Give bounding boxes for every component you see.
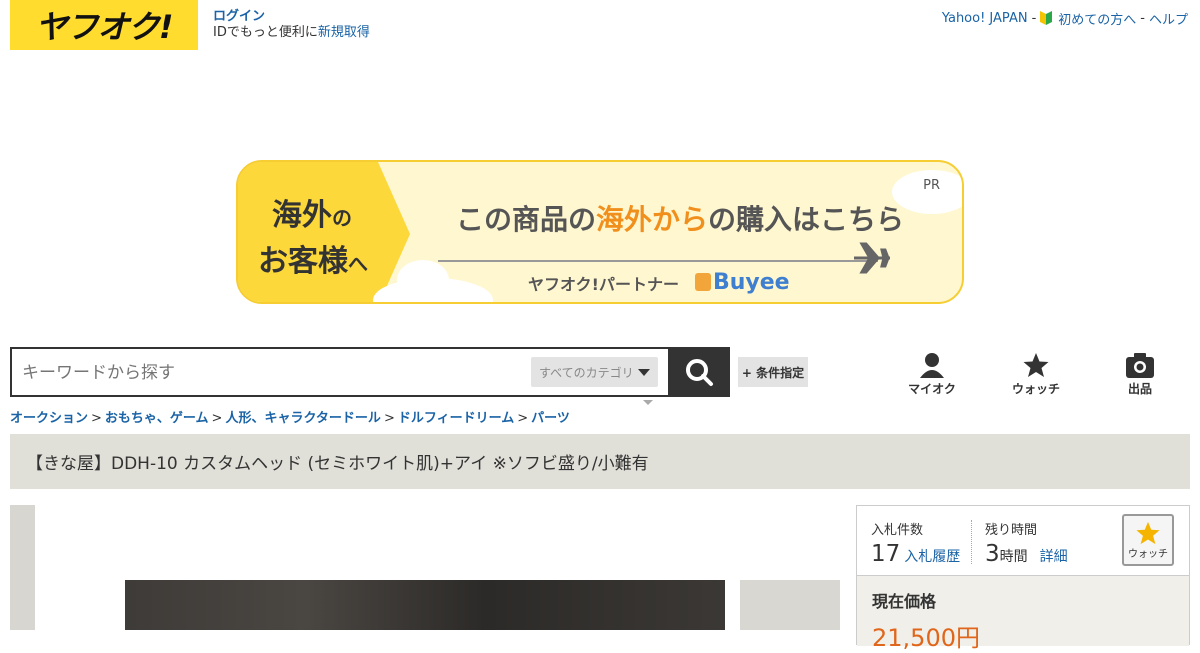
breadcrumb-separator: > [211, 411, 223, 426]
conditions-button[interactable]: + 条件指定 [738, 357, 808, 387]
time-left-unit: 時間 [999, 549, 1028, 565]
watch-button-label: ウォッチ [1128, 548, 1168, 560]
watch-list-button[interactable]: ウォッチ [984, 352, 1088, 397]
watch-label: ウォッチ [1011, 382, 1060, 396]
buyee-bag-icon [694, 273, 711, 291]
breadcrumb-item[interactable]: オークション [10, 411, 88, 426]
logo-text: ヤフオク! [35, 8, 174, 46]
my-auction-button[interactable]: マイオク [880, 352, 984, 397]
category-select[interactable]: すべてのカテゴリ [531, 357, 658, 387]
user-icon [920, 353, 944, 378]
buyee-logo: Buyee [712, 270, 790, 295]
item-main-photo[interactable] [125, 580, 725, 630]
gallery-prev-image[interactable] [10, 505, 35, 630]
divider [971, 520, 972, 564]
breadcrumb-item[interactable]: 人形、キャラクタードール [225, 411, 380, 426]
banner-flight-line [438, 260, 878, 262]
bid-count-label: 入札件数 [871, 523, 924, 538]
time-left-block: 残り時間 3時間 詳細 [985, 519, 1068, 567]
nav-icons: マイオク ウォッチ 出品 [880, 352, 1192, 397]
time-left-value: 3 [985, 541, 1000, 567]
sell-button[interactable]: 出品 [1088, 352, 1192, 397]
separator: - [1031, 11, 1037, 26]
time-left-label: 残り時間 [985, 523, 1038, 538]
breadcrumb-item[interactable]: パーツ [531, 411, 570, 426]
banner-left-line2: お客様へ [258, 244, 368, 279]
camera-icon [1126, 353, 1154, 378]
breadcrumb-item[interactable]: ドルフィードリーム [398, 411, 514, 426]
signup-link[interactable]: 新規取得 [318, 25, 370, 40]
breadcrumb-separator: > [91, 411, 102, 426]
breadcrumb-separator: > [383, 411, 395, 426]
item-title-bar: 【きな屋】DDH-10 カスタムヘッド (セミホワイト肌)+アイ ※ソフビ盛り/… [10, 434, 1190, 489]
chevron-down-icon[interactable] [643, 400, 653, 405]
banner-left-line1: 海外の [272, 198, 352, 233]
time-details-link[interactable]: 詳細 [1040, 549, 1068, 565]
chevron-down-icon [638, 369, 650, 376]
separator: - [1140, 11, 1145, 26]
login-link[interactable]: ログイン [213, 9, 265, 24]
login-area: ログイン IDでもっと便利に新規取得 [213, 9, 370, 41]
beginners-link[interactable]: 初めての方へ [1058, 9, 1136, 28]
partner-label: ヤフオク!パートナー [528, 274, 679, 294]
overseas-buyee-banner[interactable]: 海外の お客様へ この商品の海外からの購入はこちら PR ヤフオク!パートナー … [236, 160, 964, 304]
bid-count-block: 入札件数 17 入札履歴 [871, 519, 960, 567]
top-links: Yahoo! JAPAN - 初めての方へ - ヘルプ [942, 9, 1188, 28]
yahoo-japan-link[interactable]: Yahoo! JAPAN [942, 11, 1028, 26]
banner-headline: この商品の海外からの購入はこちら [456, 203, 905, 236]
breadcrumb-separator: > [517, 411, 529, 426]
search-button[interactable] [668, 347, 730, 397]
my-auction-label: マイオク [908, 382, 956, 396]
current-price-label: 現在価格 [872, 592, 937, 611]
bid-panel: 入札件数 17 入札履歴 残り時間 3時間 詳細 ウォッチ 現在価格 21,500円 [856, 505, 1190, 652]
cloud-icon [373, 260, 493, 302]
search-icon [686, 359, 713, 386]
yahuoku-logo[interactable]: ヤフオク! [10, 0, 198, 50]
bid-summary: 入札件数 17 入札履歴 残り時間 3時間 詳細 ウォッチ [857, 506, 1189, 576]
breadcrumb-item[interactable]: おもちゃ、ゲーム [105, 411, 209, 426]
star-icon [1023, 353, 1049, 377]
header: ヤフオク! ログイン IDでもっと便利に新規取得 Yahoo! JAPAN - … [0, 0, 1200, 60]
banner-partner: ヤフオク!パートナー Buyee [528, 270, 790, 295]
help-link[interactable]: ヘルプ [1149, 9, 1188, 28]
search-box: すべてのカテゴリ [10, 347, 730, 397]
pr-label: PR [923, 178, 940, 193]
bid-count-value: 17 [871, 541, 901, 567]
search-input[interactable] [22, 361, 522, 385]
gallery-next-image[interactable] [740, 580, 840, 630]
item-title: 【きな屋】DDH-10 カスタムヘッド (セミホワイト肌)+アイ ※ソフビ盛り/… [26, 454, 649, 474]
price-block: 現在価格 21,500円 [857, 576, 1189, 652]
airplane-icon [854, 242, 890, 274]
watch-button[interactable]: ウォッチ [1122, 514, 1174, 566]
beginner-mark-icon [1040, 10, 1054, 27]
star-icon [1136, 521, 1160, 544]
sell-label: 出品 [1127, 382, 1152, 396]
breadcrumb: オークション > おもちゃ、ゲーム > 人形、キャラクタードール > ドルフィードリーム > パ… [10, 407, 570, 426]
login-sub-text: IDでもっと便利に [213, 25, 318, 40]
category-select-label: すべてのカテゴリ [539, 365, 634, 380]
current-price-value: 21,500円 [872, 624, 980, 652]
bid-history-link[interactable]: 入札履歴 [904, 549, 960, 565]
